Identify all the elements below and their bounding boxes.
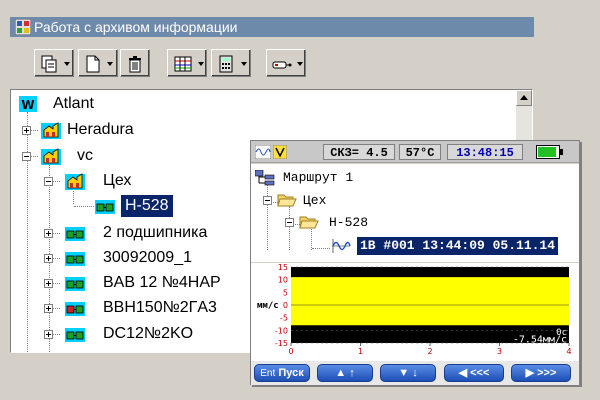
measurement-label: 1B #001 13:44:09 05.11.14: [357, 237, 559, 255]
signal-plot: 15 10 5 0 -5 -10 -15 0 1 2 3 4 мм/с 0c -7.54мм/с: [251, 263, 579, 361]
y-tick-label: 0: [283, 301, 288, 310]
device-shop-node[interactable]: Цех: [263, 192, 383, 210]
y-tick-label: 15: [278, 263, 288, 272]
svg-text:W: W: [21, 98, 34, 112]
device-transfer-icon: [272, 61, 292, 69]
delete-button[interactable]: [120, 49, 150, 77]
page-right-button[interactable]: ▶ >>>: [511, 364, 571, 382]
tree-node-heradura[interactable]: Heradura: [11, 119, 311, 141]
y-tick-label: -15: [275, 339, 288, 348]
open-folder-icon: [277, 194, 297, 207]
ent-start-button[interactable]: Ent Пуск: [254, 364, 310, 382]
collapse-toggle[interactable]: [263, 196, 272, 205]
tree-node-label: Atlant: [53, 95, 94, 112]
clock-readout: 13:48:15: [447, 144, 523, 160]
collapse-toggle[interactable]: [22, 152, 31, 161]
up-button[interactable]: ▲ ↑: [317, 364, 373, 382]
trash-icon: [129, 56, 141, 73]
waveform-icon: [255, 145, 271, 159]
w-logo-icon: W: [19, 96, 37, 112]
title-bar: Работа с архивом информации: [10, 17, 534, 37]
window-title: Работа с архивом информации: [34, 19, 238, 35]
triangle-down-icon: ▼: [398, 367, 410, 379]
value-readout: -7.54мм/с: [513, 334, 567, 345]
expand-toggle[interactable]: [44, 304, 53, 313]
new-menu-button[interactable]: [78, 49, 118, 77]
toolbar: [10, 37, 534, 89]
machine-icon: [65, 227, 85, 241]
rms-readout: СКЗ= 4.5: [323, 144, 395, 160]
expand-toggle[interactable]: [44, 254, 53, 263]
machine-icon: [65, 277, 85, 291]
expand-toggle[interactable]: [44, 279, 53, 288]
x-tick-label: 3: [497, 347, 502, 356]
shop-label: Цех: [303, 193, 327, 208]
tree-node-root[interactable]: W Atlant: [11, 93, 311, 115]
signal-band: [291, 277, 569, 326]
triangle-left-icon: ◀: [458, 367, 468, 379]
transfer-menu-button[interactable]: [266, 49, 306, 77]
calculator-icon: [219, 55, 233, 73]
tree-node-label: Heradura: [67, 121, 134, 138]
triangle-right-icon: ▶: [525, 367, 535, 379]
tree-node-label: BBH150№2ГA3: [103, 299, 217, 316]
y-unit-label: мм/с: [257, 301, 279, 311]
new-document-icon: [86, 55, 100, 73]
archive-window: Работа с архивом информации W Atlant Her…: [0, 0, 600, 400]
device-measurement-node[interactable]: 1B #001 13:44:09 05.11.14: [331, 237, 579, 255]
x-tick-label: 2: [427, 347, 432, 356]
expand-toggle[interactable]: [22, 126, 31, 135]
route-label: Маршрут 1: [283, 170, 354, 185]
tree-node-label: vc: [77, 147, 93, 164]
x-tick-label: 0: [288, 347, 293, 356]
factory-icon: [41, 148, 61, 165]
calculator-menu-button[interactable]: [211, 49, 251, 77]
x-tick-label: 4: [566, 347, 571, 356]
x-tick-label: 1: [358, 347, 363, 356]
machine-alarm-icon: [65, 302, 85, 316]
signal-plot-svg: 151050-5-10-150 1 2 3 4мм/с0c-7.54мм/с: [257, 263, 572, 356]
device-status-bar: СКЗ= 4.5 57°C 13:48:15: [251, 141, 579, 163]
temperature-readout: 57°C: [399, 144, 441, 160]
collapse-toggle[interactable]: [44, 177, 53, 186]
down-button[interactable]: ▼ ↓: [380, 364, 436, 382]
tree-node-label: BAB 12 №4HAP: [103, 274, 221, 291]
tree-node-label: Цех: [103, 172, 132, 189]
device-tree: Маршрут 1 Цех H-528 1B #001 13:44:09 05.…: [251, 164, 579, 262]
device-screen-panel: СКЗ= 4.5 57°C 13:48:15 Маршрут 1 Цех H-5…: [250, 140, 580, 385]
machine-icon: [95, 200, 115, 214]
open-folder-icon: [299, 216, 319, 229]
page-left-button[interactable]: ◀ <<<: [444, 364, 504, 382]
scroll-up-button[interactable]: [516, 90, 532, 106]
expand-toggle[interactable]: [44, 330, 53, 339]
device-button-bar: Ent Пуск ▲ ↑ ▼ ↓ ◀ <<< ▶ >>>: [251, 361, 579, 385]
machine-icon: [65, 252, 85, 266]
factory-icon: [65, 173, 85, 190]
tree-node-label: DC12№2KO: [103, 325, 194, 342]
y-tick-label: -5: [280, 314, 288, 323]
y-tick-label: -10: [275, 326, 288, 335]
device-machine-node[interactable]: H-528: [285, 214, 405, 232]
battery-icon: [536, 145, 563, 159]
machine-label: H-528: [329, 215, 369, 230]
copy-icon: [41, 55, 57, 73]
factory-icon: [41, 122, 61, 139]
copy-menu-button[interactable]: [34, 49, 74, 77]
table-menu-button[interactable]: [167, 49, 207, 77]
signal-icon: [332, 239, 351, 253]
expand-toggle[interactable]: [44, 229, 53, 238]
tree-node-label: H-528: [121, 195, 173, 217]
route-icon: [255, 170, 275, 186]
y-tick-label: 10: [278, 276, 288, 285]
y-tick-label: 5: [283, 288, 288, 297]
triangle-up-icon: ▲: [335, 367, 347, 379]
table-icon: [174, 56, 192, 72]
machine-icon: [65, 328, 85, 342]
collapse-toggle[interactable]: [285, 218, 294, 227]
tree-node-label: 2 подшипника: [103, 224, 208, 241]
velocity-mode-icon: [273, 145, 287, 159]
tree-node-label: 30092009_1: [103, 249, 192, 266]
app-icon: [15, 19, 31, 35]
